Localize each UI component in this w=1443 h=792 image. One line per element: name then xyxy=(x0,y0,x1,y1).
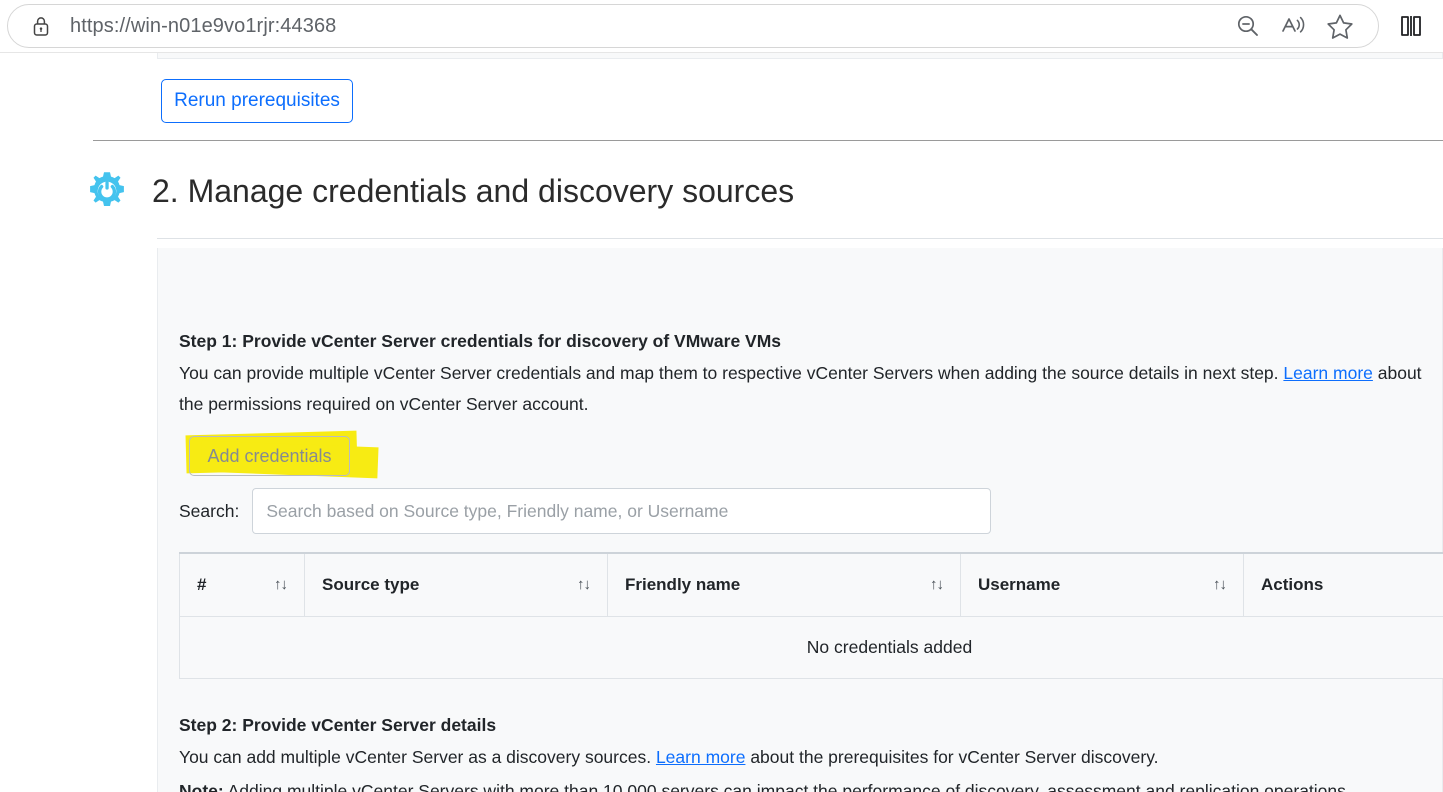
credentials-table-body: No credentials added xyxy=(179,615,1443,679)
search-input[interactable] xyxy=(252,488,991,534)
gear-power-icon xyxy=(85,169,129,213)
star-icon[interactable] xyxy=(1320,6,1360,46)
section-header-rule xyxy=(157,238,1443,239)
search-row: Search: xyxy=(179,488,991,534)
credentials-table: # ↑↓ Source type ↑↓ Friendly name ↑↓ Use… xyxy=(179,552,1443,679)
column-header-username[interactable]: Username ↑↓ xyxy=(960,552,1244,617)
step2-description: You can add multiple vCenter Server as a… xyxy=(179,742,1439,773)
manage-credentials-card: Step 1: Provide vCenter Server credentia… xyxy=(157,248,1443,792)
sort-icon-username[interactable]: ↑↓ xyxy=(1213,576,1227,593)
step1-description: You can provide multiple vCenter Server … xyxy=(179,358,1443,420)
column-header-index-label: # xyxy=(197,574,207,594)
column-header-actions-label: Actions xyxy=(1261,574,1324,594)
column-header-source-type-label: Source type xyxy=(322,574,420,594)
column-header-source-type[interactable]: Source type ↑↓ xyxy=(304,552,608,617)
step2-description-part2: about the prerequisites for vCenter Serv… xyxy=(745,747,1159,767)
split-screen-icon[interactable] xyxy=(1392,8,1430,44)
note-part1: Adding multiple vCenter Servers with mor… xyxy=(227,781,1346,792)
column-header-index[interactable]: # ↑↓ xyxy=(179,552,305,617)
section-title: 2. Manage credentials and discovery sour… xyxy=(152,172,795,209)
address-bar[interactable]: https://win-n01e9vo1rjr:44368 xyxy=(7,4,1379,48)
step2-heading: Step 2: Provide vCenter Server details xyxy=(179,715,497,735)
sort-icon-source-type[interactable]: ↑↓ xyxy=(577,576,591,593)
table-empty-row: No credentials added xyxy=(179,615,1443,679)
step2-note: Note: Adding multiple vCenter Servers wi… xyxy=(179,776,1374,792)
column-header-actions: Actions xyxy=(1243,552,1443,617)
rerun-prerequisites-button[interactable]: Rerun prerequisites xyxy=(161,79,353,123)
step1-heading: Step 1: Provide vCenter Server credentia… xyxy=(179,331,782,351)
section-header: 2. Manage credentials and discovery sour… xyxy=(85,158,1285,224)
column-header-username-label: Username xyxy=(978,574,1061,594)
add-credentials-area: Add credentials xyxy=(179,428,399,484)
section-divider xyxy=(93,140,1443,141)
step1-description-part1: You can provide multiple vCenter Server … xyxy=(179,363,1284,383)
table-header-row: # ↑↓ Source type ↑↓ Friendly name ↑↓ Use… xyxy=(179,552,1443,617)
lock-icon xyxy=(30,15,52,37)
credentials-table-head: # ↑↓ Source type ↑↓ Friendly name ↑↓ Use… xyxy=(179,552,1443,617)
page-content: Rerun prerequisites 2. Manage credential… xyxy=(0,53,1443,792)
sort-icon-friendly-name[interactable]: ↑↓ xyxy=(930,576,944,593)
add-credentials-button[interactable]: Add credentials xyxy=(189,436,350,476)
step1-learn-more-link[interactable]: Learn more xyxy=(1283,363,1373,383)
search-label: Search: xyxy=(179,500,240,521)
url-text[interactable]: https://win-n01e9vo1rjr:44368 xyxy=(70,15,1228,38)
empty-message-cell: No credentials added xyxy=(179,615,1443,679)
sort-icon-index[interactable]: ↑↓ xyxy=(274,576,288,593)
column-header-friendly-name-label: Friendly name xyxy=(625,574,741,594)
column-header-friendly-name[interactable]: Friendly name ↑↓ xyxy=(607,552,961,617)
browser-chrome: https://win-n01e9vo1rjr:44368 xyxy=(0,0,1443,53)
zoom-out-icon[interactable] xyxy=(1228,6,1268,46)
read-aloud-icon[interactable] xyxy=(1274,6,1314,46)
note-label: Note: xyxy=(179,781,224,792)
step2-description-part1: You can add multiple vCenter Server as a… xyxy=(179,747,656,767)
previous-section-panel-edge xyxy=(157,53,1443,59)
step2-learn-more-link[interactable]: Learn more xyxy=(656,747,746,767)
